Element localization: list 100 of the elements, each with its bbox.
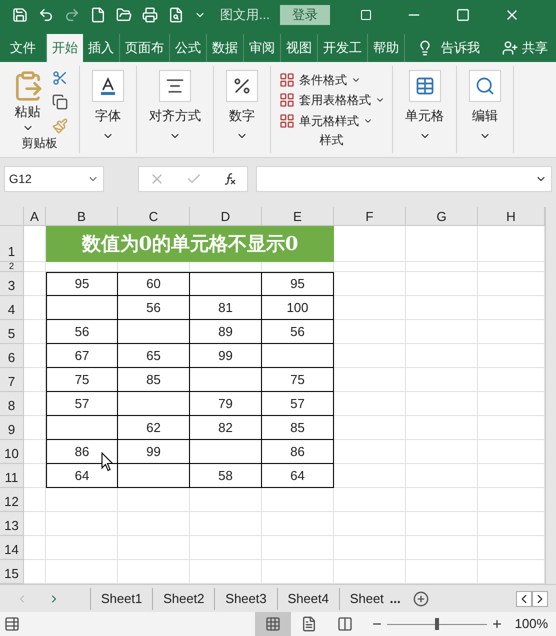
table-cell[interactable]: 75 — [46, 368, 118, 392]
column-header[interactable]: B — [46, 207, 118, 226]
name-box[interactable]: G12 — [4, 166, 104, 192]
table-cell[interactable] — [118, 320, 190, 344]
tell-me-button[interactable]: 告诉我 — [405, 34, 492, 62]
row-header[interactable]: 10 — [0, 440, 24, 464]
row-header[interactable]: 1 — [0, 226, 24, 262]
table-cell[interactable] — [118, 464, 190, 488]
ribbon-button[interactable]: 字体 — [92, 70, 124, 142]
row-header[interactable]: 11 — [0, 464, 24, 488]
table-cell[interactable]: 56 — [46, 320, 118, 344]
select-all-corner[interactable] — [0, 207, 24, 226]
new-file-icon[interactable] — [90, 7, 106, 23]
row-header[interactable]: 13 — [0, 512, 24, 536]
style-menu-button[interactable]: 单元格样式 — [279, 110, 373, 131]
table-cell[interactable]: 56 — [118, 296, 190, 320]
table-cell[interactable] — [190, 440, 262, 464]
scroll-left-icon[interactable] — [516, 590, 532, 606]
ribbon-display-icon[interactable] — [360, 9, 372, 21]
column-header[interactable]: F — [334, 207, 406, 226]
row-header[interactable]: 7 — [0, 368, 24, 392]
login-button[interactable]: 登录 — [280, 5, 330, 25]
table-cell[interactable]: 95 — [262, 272, 334, 296]
add-sheet-icon[interactable] — [412, 590, 429, 606]
column-header[interactable]: C — [118, 207, 190, 226]
style-menu-button[interactable]: 套用表格格式 — [279, 90, 385, 111]
table-cell[interactable]: 79 — [190, 392, 262, 416]
table-cell[interactable]: 60 — [118, 272, 190, 296]
table-cell[interactable]: 99 — [118, 440, 190, 464]
slider-thumb[interactable] — [434, 618, 439, 630]
row-header[interactable]: 3 — [0, 272, 24, 296]
table-cell[interactable]: 65 — [118, 344, 190, 368]
table-cell[interactable]: 82 — [190, 416, 262, 440]
view-button[interactable] — [254, 612, 291, 636]
table-cell[interactable]: 99 — [190, 344, 262, 368]
row-header[interactable]: 12 — [0, 488, 24, 512]
mouse-pointer-icon — [101, 452, 114, 472]
style-menu-button[interactable]: 条件格式 — [279, 70, 361, 90]
column-header[interactable]: G — [406, 207, 478, 226]
ribbon-button[interactable]: 数字 — [226, 70, 258, 142]
cell-reference: G12 — [9, 171, 32, 188]
ribbon-button[interactable]: 对齐方式 — [149, 70, 201, 142]
table-cell[interactable]: 85 — [262, 416, 334, 440]
copy-icon[interactable] — [52, 94, 68, 110]
table-cell[interactable] — [190, 272, 262, 296]
maximize-icon[interactable] — [456, 8, 470, 22]
row-header[interactable]: 15 — [0, 560, 24, 584]
sheet-tab[interactable]: Sheet4 — [276, 588, 339, 610]
row-header[interactable]: 9 — [0, 416, 24, 440]
column-header[interactable]: E — [262, 207, 334, 226]
ribbon-button[interactable]: 单元格 — [405, 70, 444, 142]
folder-icon[interactable] — [116, 7, 132, 23]
zoom-slider[interactable] — [386, 618, 487, 630]
formula-field[interactable] — [256, 166, 552, 192]
share-button[interactable]: 共享 — [502, 34, 556, 62]
column-header[interactable]: A — [24, 207, 46, 226]
table-cell[interactable]: 85 — [118, 368, 190, 392]
scroll-right-icon[interactable] — [532, 590, 548, 606]
table-cell[interactable]: 86 — [262, 440, 334, 464]
ribbon-button[interactable]: 编辑 — [469, 70, 501, 142]
undo-icon[interactable] — [38, 7, 54, 23]
page-break-icon — [336, 616, 353, 632]
table-cell[interactable]: 57 — [46, 392, 118, 416]
table-cell[interactable]: 58 — [190, 464, 262, 488]
row-header[interactable]: 4 — [0, 296, 24, 320]
table-cell[interactable]: 67 — [46, 344, 118, 368]
row-header[interactable]: 2 — [0, 262, 24, 272]
table-cell[interactable] — [190, 368, 262, 392]
table-cell[interactable]: 75 — [262, 368, 334, 392]
paste-button[interactable]: 粘贴 — [12, 66, 44, 134]
table-cell[interactable]: 62 — [118, 416, 190, 440]
table-cell[interactable]: 81 — [190, 296, 262, 320]
zoom-in-icon[interactable] — [490, 618, 503, 630]
ribbon-tab[interactable]: 开始 — [47, 34, 83, 62]
column-header[interactable]: H — [478, 207, 545, 226]
table-cell[interactable] — [46, 296, 118, 320]
sheet-tab[interactable]: Sheet1 — [90, 588, 152, 610]
table-cell[interactable] — [46, 416, 118, 440]
table-cell[interactable]: 95 — [46, 272, 118, 296]
sheet-tab[interactable]: Sheet2 — [152, 588, 214, 610]
table-cell[interactable] — [262, 344, 334, 368]
brush-icon[interactable] — [52, 118, 68, 134]
table-cell[interactable] — [118, 392, 190, 416]
print-preview-icon[interactable] — [168, 7, 184, 23]
column-header[interactable]: D — [190, 207, 262, 226]
scissors-icon[interactable] — [52, 70, 68, 86]
row-header[interactable]: 8 — [0, 392, 24, 416]
macro-icon[interactable] — [4, 616, 20, 632]
table-cell[interactable]: 56 — [262, 320, 334, 344]
table-cell[interactable]: 89 — [190, 320, 262, 344]
table-cell[interactable]: 64 — [262, 464, 334, 488]
table-cell[interactable]: 100 — [262, 296, 334, 320]
row-header[interactable]: 6 — [0, 344, 24, 368]
table-cell[interactable]: 57 — [262, 392, 334, 416]
sheet-tab[interactable]: Sheet3 — [214, 588, 277, 610]
printer-icon[interactable] — [142, 7, 158, 23]
save-icon[interactable] — [12, 7, 28, 23]
row-header[interactable]: 5 — [0, 320, 24, 344]
function-icon[interactable] — [222, 172, 237, 186]
row-header[interactable]: 14 — [0, 536, 24, 560]
